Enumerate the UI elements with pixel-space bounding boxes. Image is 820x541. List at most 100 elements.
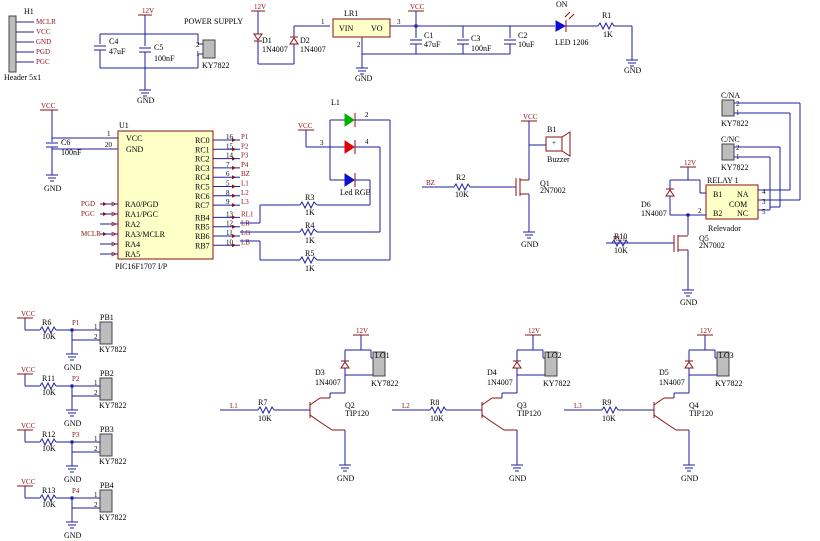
mcu-pin-num-5: 5 — [226, 180, 230, 188]
button-gnd-1: GND — [64, 419, 82, 428]
mcu-right-net-1: P2 — [241, 142, 249, 150]
button-net-3: P4 — [72, 487, 80, 495]
mcu-right-net-6: L2 — [241, 189, 249, 197]
relay-cnc-label: C/NC — [721, 135, 740, 144]
load-gnd-0: GND — [337, 474, 355, 483]
regulator-gnd-label: GND — [355, 74, 373, 83]
svg-text:20: 20 — [105, 141, 113, 149]
r3-ref: R3 — [305, 193, 314, 202]
mcu-pin-right-5: RC5 — [195, 183, 210, 192]
button-r-ref-3: R13 — [42, 486, 55, 495]
r10-ref: R10 — [614, 232, 627, 241]
d2-value: 1N4007 — [300, 45, 326, 54]
c2-ref: C2 — [518, 31, 527, 40]
mcu-pin-right-7: RC7 — [195, 201, 210, 210]
relay-com: COM — [729, 200, 747, 209]
mcu-section: VCC C6 100nF GND 1 20 U1 PIC16F1707 I/P … — [40, 102, 254, 271]
mcu-pin-left-5: RA5 — [125, 250, 140, 259]
mcu-left-net-3: MCLR — [81, 230, 101, 238]
power-12v-label: 12V — [142, 7, 154, 15]
d6-ref: D6 — [641, 200, 651, 209]
load-d-value-1: 1N4007 — [487, 378, 513, 387]
power-connector-value: KY7822 — [202, 61, 230, 70]
buzzer-ref: B1 — [547, 125, 556, 134]
button-connector-value-2: KY7822 — [99, 457, 127, 466]
led-on-value: LED 1206 — [555, 38, 589, 47]
c1-value: 47uF — [424, 40, 441, 49]
relay-gnd-label: GND — [680, 298, 698, 307]
power-supply-title: POWER SUPPLY — [184, 17, 243, 26]
load-net-2: L3 — [574, 402, 582, 410]
relay-b1: B1 — [713, 190, 722, 199]
button-r-ref-2: R12 — [42, 430, 55, 439]
mcu-pin-left-0: RA0/PGD — [125, 200, 159, 209]
mcu-right-net-8: RL1 — [241, 210, 254, 218]
button-connector-1 — [99, 377, 113, 401]
buzzer-section: VCC B1 + Buzzer BZ R2 10K Q1 2N7002 GND — [422, 113, 571, 249]
rgb-led-section: L1 VCC 3 2 4 Led RGB R3 1K R4 1K R5 1K — [240, 98, 391, 273]
load-12v-1: 12V — [528, 327, 540, 335]
load-q-value-2: TIP120 — [689, 409, 713, 418]
load-12v-2: 12V — [700, 327, 712, 335]
power-input: 12V POWER SUPPLY C4 47uF C5 100nF 2 1 KY… — [94, 7, 243, 105]
button-gnd-0: GND — [64, 363, 82, 372]
r1-ref: R1 — [602, 11, 611, 20]
mcu-right-net-10: LG — [241, 229, 250, 237]
led-gnd-label: GND — [624, 66, 642, 75]
c4-value: 47uF — [109, 47, 126, 56]
q1-value: 2N7002 — [540, 186, 566, 195]
mcu-right-net-7: L3 — [241, 198, 249, 206]
button-vcc-label-3: VCC — [21, 478, 36, 486]
button-net-1: P2 — [72, 375, 80, 383]
svg-text:1: 1 — [107, 130, 111, 138]
mcu-pin-right-4: RC4 — [195, 173, 210, 182]
regulator-vo: VO — [371, 24, 383, 33]
mcu-pin-left-1: RA1/PGC — [125, 210, 158, 219]
power-gnd-label: GND — [137, 96, 155, 105]
c6-ref: C6 — [61, 138, 70, 147]
svg-text:1: 1 — [94, 323, 98, 331]
load-net-0: L1 — [230, 402, 238, 410]
button-connector-value-1: KY7822 — [99, 401, 127, 410]
load-lo-ref-0: LO1 — [375, 351, 390, 360]
regulator-section: 12V D1 1N4007 D2 1N4007 1 LR1 VIN VO 2 G… — [251, 0, 642, 83]
svg-text:1: 1 — [321, 18, 325, 26]
mcu-value: PIC16F1707 I/P — [115, 262, 168, 271]
d1-ref: D1 — [262, 36, 272, 45]
r5-value: 1K — [305, 264, 315, 273]
svg-text:2: 2 — [698, 207, 702, 215]
load-lo-ref-1: LO2 — [547, 351, 562, 360]
button-vcc-label-0: VCC — [21, 310, 36, 318]
d2-ref: D2 — [300, 36, 310, 45]
load-r-value-1: 10K — [430, 414, 444, 423]
load-driver-section: 12VD31N4007LO1KY7822L1 R710KQ2TIP120GND12… — [220, 327, 743, 483]
load-r-ref-2: R9 — [602, 398, 611, 407]
svg-text:3: 3 — [397, 18, 401, 26]
svg-text:2: 2 — [736, 100, 740, 108]
load-net-1: L2 — [402, 402, 410, 410]
mcu-pin-right-6: RC6 — [195, 192, 210, 201]
mcu-pin-vcc: VCC — [126, 134, 142, 143]
mcu-pin-right-8: RB4 — [195, 213, 210, 222]
button-r-value-0: 10K — [42, 332, 56, 341]
header-body — [8, 15, 17, 73]
mcu-ref: U1 — [119, 121, 129, 130]
svg-text:3: 3 — [762, 198, 766, 206]
mcu-right-pins: RC0 16 P1RC1 15 P2RC2 14 P3RC3 7 P4RC4 6 BZRC5 5 L1R… — [195, 133, 254, 250]
mcu-pin-num-7: 9 — [226, 198, 230, 206]
load-d-ref-0: D3 — [315, 368, 325, 377]
load-12v-0: 12V — [356, 327, 368, 335]
button-connector-value-3: KY7822 — [99, 513, 127, 522]
button-net-0: P1 — [72, 319, 80, 327]
r4-ref: R4 — [305, 221, 314, 230]
load-d-value-0: 1N4007 — [315, 378, 341, 387]
c1-ref: C1 — [424, 31, 433, 40]
mcu-right-net-5: L1 — [241, 180, 249, 188]
relay-nc: NC — [737, 209, 748, 218]
c3-value: 100nF — [471, 44, 492, 53]
mcu-pin-left-2: RA2 — [125, 220, 140, 229]
mcu-pin-right-2: RC2 — [195, 155, 210, 164]
mcu-pin-right-1: RC1 — [195, 145, 210, 154]
pushbutton-section: VCCR610KP1GNDPB1PB112KY7822VCCR1110KP2GN… — [17, 310, 127, 540]
button-connector-3 — [99, 489, 113, 513]
